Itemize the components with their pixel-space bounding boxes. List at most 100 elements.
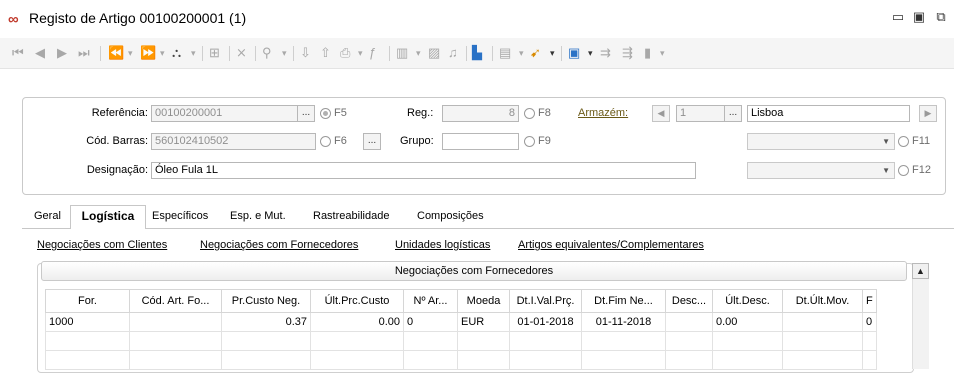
secondary-combo-2[interactable]: ▼ xyxy=(747,162,895,179)
documents-icon[interactable]: ▣ xyxy=(568,45,580,61)
reference-input[interactable]: 00100200001 xyxy=(151,105,299,122)
f5-radio[interactable] xyxy=(320,108,331,119)
table-cell[interactable]: 1000 xyxy=(45,312,130,332)
table-cell[interactable] xyxy=(457,331,510,351)
table-cell[interactable] xyxy=(403,331,458,351)
table-cell[interactable]: 0 xyxy=(403,312,458,332)
table-cell[interactable] xyxy=(129,312,222,332)
structure-icon[interactable]: ⊞ xyxy=(209,45,220,61)
hierarchy-icon[interactable]: ⛬ xyxy=(172,45,181,61)
table-cell[interactable] xyxy=(403,350,458,370)
table-cell[interactable] xyxy=(310,331,404,351)
tab-specific[interactable]: Específicos xyxy=(152,210,208,222)
f11-radio[interactable] xyxy=(898,136,909,147)
split-icon[interactable]: ⇉ xyxy=(600,45,611,61)
table-cell[interactable] xyxy=(782,312,863,332)
print-icon[interactable]: ⎙ xyxy=(340,45,350,61)
table-cell[interactable] xyxy=(221,331,311,351)
tab-compositions[interactable]: Composições xyxy=(417,210,484,222)
reference-lookup-button[interactable]: ... xyxy=(297,105,315,122)
statistics-chart-icon[interactable]: ▙ xyxy=(472,45,482,61)
delete-link-icon[interactable]: ⨯ xyxy=(236,45,247,61)
equivalent-articles-link[interactable]: Artigos equivalentes/Complementares xyxy=(518,239,704,251)
attachment-icon[interactable]: ♫ xyxy=(448,45,458,61)
designation-input[interactable]: Óleo Fula 1L xyxy=(151,162,696,179)
warehouse-code-input[interactable]: 1 xyxy=(676,105,726,122)
column-header[interactable]: Pr.Custo Neg. xyxy=(221,289,311,313)
table-cell[interactable] xyxy=(129,331,222,351)
documents-dropdown-icon[interactable]: ▾ xyxy=(588,45,593,61)
table-cell[interactable]: 0.00 xyxy=(712,312,783,332)
table-cell[interactable]: 01-01-2018 xyxy=(509,312,582,332)
group-input[interactable] xyxy=(442,133,519,150)
next-record-icon[interactable]: ▶ xyxy=(57,45,67,61)
scroll-up-button[interactable]: ▲ xyxy=(912,263,929,279)
table-cell[interactable] xyxy=(665,331,713,351)
restore-button[interactable]: ⧉ xyxy=(933,9,949,25)
table-cell[interactable] xyxy=(509,350,582,370)
list-icon[interactable]: ▤ xyxy=(499,45,511,61)
table-cell[interactable] xyxy=(665,350,713,370)
table-cell[interactable]: EUR xyxy=(457,312,510,332)
formula-icon[interactable]: ƒ xyxy=(369,45,376,61)
first-record-icon[interactable]: ⏮ xyxy=(12,45,24,61)
maximize-button[interactable]: ▣ xyxy=(911,9,927,25)
fast-back-dropdown-icon[interactable]: ▾ xyxy=(128,45,133,61)
find-icon[interactable]: ⚲ xyxy=(262,45,272,61)
image-icon[interactable]: ▨ xyxy=(428,45,440,61)
table-cell[interactable]: 0 xyxy=(862,312,877,332)
f12-radio[interactable] xyxy=(898,165,909,176)
column-header[interactable]: Dt.I.Val.Prç. xyxy=(509,289,582,313)
logistic-units-link[interactable]: Unidades logísticas xyxy=(395,239,490,251)
warehouse-lookup-button[interactable]: ... xyxy=(724,105,742,122)
table-cell[interactable] xyxy=(712,331,783,351)
wizard-icon[interactable]: ➹ xyxy=(530,45,541,61)
table-cell[interactable] xyxy=(45,331,130,351)
hierarchy-dropdown-icon[interactable]: ▾ xyxy=(191,45,196,61)
barcode-input[interactable]: 560102410502 xyxy=(151,133,316,150)
barcode-icon[interactable]: ▥ xyxy=(396,45,408,61)
table-cell[interactable] xyxy=(665,312,713,332)
barcode-dropdown-icon[interactable]: ▾ xyxy=(416,45,421,61)
table-cell[interactable] xyxy=(457,350,510,370)
table-cell[interactable] xyxy=(581,331,666,351)
column-icon[interactable]: ▮ xyxy=(644,45,651,61)
warehouse-link[interactable]: Armazém: xyxy=(578,107,628,119)
table-cell[interactable]: 01-11-2018 xyxy=(581,312,666,332)
column-header[interactable]: Cód. Art. Fo... xyxy=(129,289,222,313)
import-icon[interactable]: ⇩ xyxy=(300,45,311,61)
table-row[interactable]: 1000 0.37 0.00 0 EUR 01-01-2018 01-11-20… xyxy=(45,312,877,332)
column-header[interactable]: Últ.Desc. xyxy=(712,289,783,313)
table-row[interactable] xyxy=(45,331,877,351)
tab-logistics[interactable]: Logística xyxy=(70,205,146,229)
vertical-scrollbar[interactable] xyxy=(912,279,929,369)
customer-negotiations-link[interactable]: Negociações com Clientes xyxy=(37,239,167,251)
tab-esp-mut[interactable]: Esp. e Mut. xyxy=(230,210,286,222)
tab-general[interactable]: Geral xyxy=(34,210,61,222)
fast-forward-dropdown-icon[interactable]: ▾ xyxy=(160,45,165,61)
table-cell[interactable] xyxy=(712,350,783,370)
column-header[interactable]: Dt.Últ.Mov. xyxy=(782,289,863,313)
export-icon[interactable]: ⇧ xyxy=(320,45,331,61)
barcode-lookup-button[interactable]: ... xyxy=(363,133,381,150)
table-cell[interactable] xyxy=(129,350,222,370)
supplier-negotiations-link[interactable]: Negociações com Fornecedores xyxy=(200,239,358,251)
column-header[interactable]: Últ.Prc.Custo xyxy=(310,289,404,313)
table-cell[interactable] xyxy=(782,350,863,370)
column-header[interactable]: For. xyxy=(45,289,130,313)
fast-back-icon[interactable]: ⏪ xyxy=(108,45,124,61)
table-cell[interactable] xyxy=(782,331,863,351)
column-header[interactable]: Dt.Fim Ne... xyxy=(581,289,666,313)
list-dropdown-icon[interactable]: ▾ xyxy=(519,45,524,61)
table-cell[interactable] xyxy=(221,350,311,370)
table-cell[interactable] xyxy=(45,350,130,370)
table-cell[interactable] xyxy=(581,350,666,370)
column-header[interactable]: F xyxy=(862,289,877,313)
reg-input[interactable]: 8 xyxy=(442,105,519,122)
minimize-button[interactable]: ▭ xyxy=(890,9,906,25)
warehouse-next-button[interactable]: ▶ xyxy=(919,105,937,122)
f9-radio[interactable] xyxy=(524,136,535,147)
f6-radio[interactable] xyxy=(320,136,331,147)
find-dropdown-icon[interactable]: ▾ xyxy=(282,45,287,61)
tab-traceability[interactable]: Rastreabilidade xyxy=(313,210,389,222)
